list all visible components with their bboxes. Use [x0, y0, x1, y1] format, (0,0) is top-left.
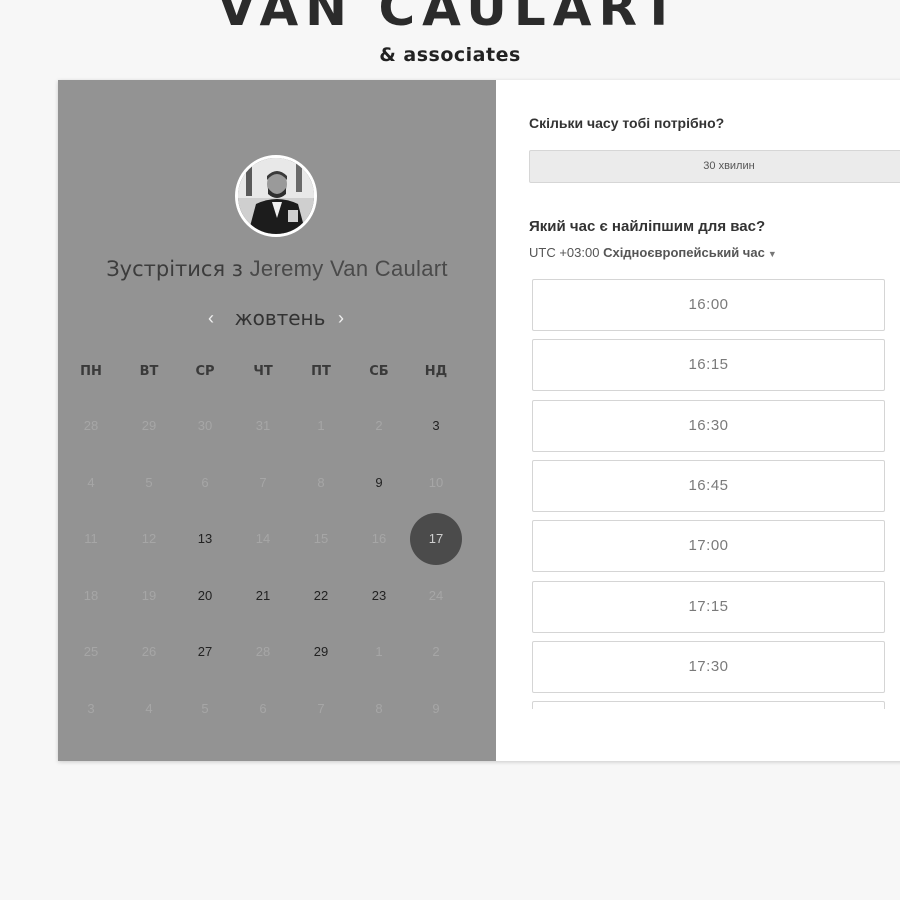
- time-selection-panel: Скільки часу тобі потрібно? 30 хвилин Як…: [496, 80, 900, 761]
- calendar-day: 11: [84, 531, 98, 546]
- weekday-header: пн вт ср чт пт сб нд: [58, 364, 496, 384]
- calendar-day[interactable]: 20: [179, 570, 231, 622]
- time-slot-button[interactable]: 17:15: [532, 580, 885, 633]
- calendar-day: 2: [432, 644, 440, 659]
- calendar-day: 8: [317, 474, 325, 490]
- brand-title: VAN CAULART: [217, 0, 683, 37]
- weekday-label: ср: [195, 364, 215, 379]
- calendar-day[interactable]: 3: [410, 400, 462, 452]
- time-slot-button[interactable]: 16:45: [532, 459, 885, 512]
- calendar-day: 7: [317, 700, 325, 716]
- calendar-day: 24: [428, 587, 444, 603]
- calendar-day: 12: [141, 531, 157, 546]
- calendar-day: 4: [87, 474, 95, 490]
- time-slot-button[interactable]: 17:30: [532, 640, 885, 693]
- calendar-day: 16: [371, 531, 387, 546]
- time-question: Який час є найліпшим для вас?: [529, 218, 766, 235]
- timezone-offset: UTC +03:00: [529, 245, 604, 260]
- calendar-day: 6: [201, 474, 209, 490]
- timezone-name: Східноєвропейський час: [603, 245, 765, 260]
- calendar-day: 1: [317, 418, 325, 433]
- time-slot-button[interactable]: 16:30: [532, 399, 885, 452]
- calendar-day: 28: [255, 644, 271, 659]
- calendar-day: 28: [83, 418, 99, 433]
- calendar-day: 26: [141, 644, 157, 659]
- calendar-day[interactable]: 9: [353, 457, 405, 509]
- calendar-day: 9: [432, 700, 440, 716]
- host-avatar: [235, 155, 317, 237]
- time-slot-button[interactable]: 16:15: [532, 339, 885, 392]
- timezone-selector[interactable]: UTC +03:00 Східноєвропейський час ▼: [529, 245, 777, 260]
- calendar-day: 5: [201, 700, 209, 716]
- time-slot-button[interactable]: [532, 701, 885, 709]
- calendar-day: 18: [83, 587, 99, 603]
- time-slot-list: 16:00 16:15 16:30 16:45 17:00 17:15 17:30: [532, 279, 886, 709]
- duration-select[interactable]: 30 хвилин: [529, 150, 900, 183]
- calendar-day: 10: [428, 474, 444, 490]
- weekday-label: сб: [369, 364, 389, 379]
- month-label: жовтень: [234, 306, 326, 330]
- calendar-day: 5: [145, 474, 153, 490]
- calendar-day[interactable]: 21: [237, 570, 289, 622]
- weekday-label: чт: [253, 364, 273, 379]
- calendar-day[interactable]: 23: [353, 570, 405, 622]
- month-navigation: ‹ жовтень ›: [58, 304, 496, 332]
- host-name: Jeremy Van Caulart: [249, 256, 448, 281]
- calendar-day: 6: [259, 700, 267, 716]
- calendar-day[interactable]: 22: [295, 570, 347, 622]
- calendar-day: 3: [87, 700, 95, 716]
- weekday-label: пн: [80, 364, 102, 379]
- calendar-day: 19: [141, 587, 157, 603]
- calendar-day: 29: [141, 418, 157, 433]
- calendar-day[interactable]: 27: [179, 626, 231, 678]
- calendar-day-selected[interactable]: 17: [410, 513, 462, 565]
- calendar-days-grid: 28 29 30 31 1 2 3 4 5 6 7 8 9 10 11 12 13 14 15 16 17 18 19 20 2…: [58, 400, 496, 740]
- calendar-day: 25: [83, 644, 99, 659]
- duration-question: Скільки часу тобі потрібно?: [529, 115, 725, 131]
- booking-card: Зустрітися з Jeremy Van Caulart ‹ жовтен…: [58, 80, 900, 761]
- caret-down-icon: ▼: [767, 249, 777, 259]
- calendar-day: 31: [255, 418, 271, 433]
- time-slot-button[interactable]: 17:00: [532, 520, 885, 573]
- meeting-title-prefix: Зустрітися з: [106, 257, 250, 281]
- meeting-title: Зустрітися з Jeremy Van Caulart: [58, 256, 496, 282]
- calendar-day: 14: [255, 531, 271, 546]
- calendar-day: 2: [375, 418, 383, 433]
- calendar-day: 7: [259, 474, 267, 490]
- calendar-panel: Зустрітися з Jeremy Van Caulart ‹ жовтен…: [58, 80, 496, 761]
- weekday-label: нд: [424, 364, 448, 379]
- weekday-label: вт: [139, 364, 159, 379]
- chevron-right-icon[interactable]: ›: [338, 304, 344, 332]
- calendar-day: 30: [197, 418, 213, 433]
- chevron-left-icon[interactable]: ‹: [208, 304, 214, 332]
- calendar-day: 1: [375, 644, 383, 659]
- calendar-day: 15: [313, 531, 329, 546]
- calendar-day: 4: [145, 700, 153, 716]
- calendar-day: 8: [375, 700, 383, 716]
- person-photo-icon: [238, 158, 314, 234]
- time-slot-button[interactable]: 16:00: [532, 279, 885, 331]
- weekday-label: пт: [311, 364, 331, 379]
- calendar-day[interactable]: 13: [179, 513, 231, 565]
- brand-subtitle: & associates: [379, 44, 521, 66]
- calendar-day[interactable]: 29: [295, 626, 347, 678]
